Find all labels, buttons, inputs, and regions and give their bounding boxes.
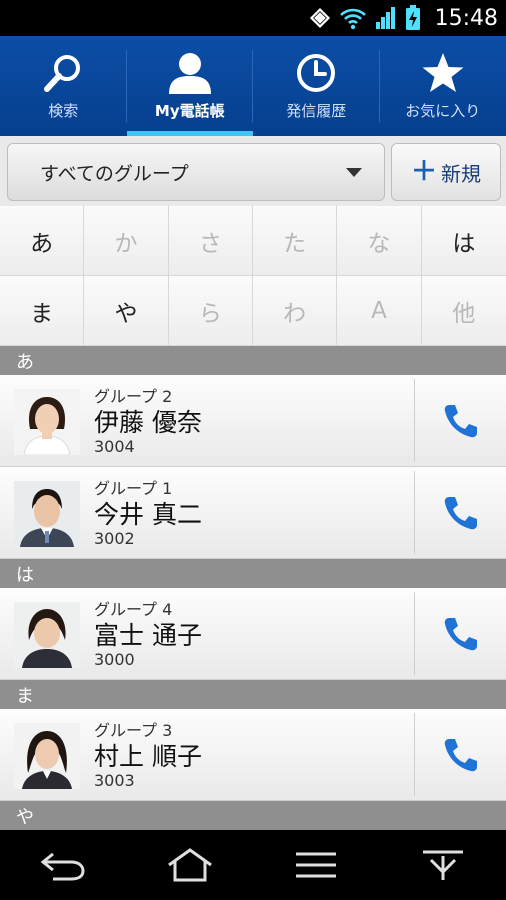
contact-extension: 3003 [94,771,135,790]
tab-search[interactable]: 検索 [0,36,127,136]
tab-label: 検索 [48,102,79,120]
battery-charging-icon [405,5,421,31]
tab-label: My電話帳 [154,102,225,120]
home-icon [167,848,212,882]
avatar [14,723,80,789]
call-button[interactable] [415,709,506,801]
call-button[interactable] [415,588,506,680]
index-grid: あ か さ た な は ま や ら わ A 他 [0,206,506,346]
signal-icon [375,6,397,30]
index-ya[interactable]: や [84,276,169,346]
avatar [14,481,80,547]
star-icon [420,50,466,96]
contact-name: 伊藤 優奈 [94,408,202,437]
status-bar: 15:48 [0,0,506,36]
section-header: や [0,801,506,830]
sync-icon [309,7,331,29]
clock-icon [294,50,338,96]
phone-icon [444,739,477,772]
phone-icon [444,618,477,651]
wifi-icon [339,6,367,30]
contact-extension: 3000 [94,650,135,669]
index-other[interactable]: 他 [421,276,506,346]
contact-extension: 3004 [94,437,135,456]
section-header: は [0,559,506,588]
avatar [14,389,80,455]
section-header: あ [0,346,506,375]
group-dropdown[interactable]: すべてのグループ [7,143,385,201]
index-ra[interactable]: ら [168,276,253,346]
home-button[interactable] [150,835,230,895]
index-ta[interactable]: た [253,206,338,276]
section-header: ま [0,680,506,709]
menu-button[interactable] [276,835,356,895]
menu-icon [296,852,337,878]
contact-name: 今井 真二 [94,500,202,529]
back-icon [40,852,85,881]
group-dropdown-value: すべてのグループ [40,162,189,185]
person-icon [166,50,214,96]
phone-icon [444,497,477,530]
phone-icon [444,405,477,438]
tab-favorites[interactable]: お気に入り [380,36,506,136]
index-ka[interactable]: か [84,206,169,276]
contact-name: 村上 順子 [94,742,202,771]
recents-icon [422,850,463,880]
contact-extension: 3002 [94,529,135,548]
recents-button[interactable] [403,835,483,895]
contact-name: 富士 通子 [94,621,202,650]
search-icon [41,50,85,96]
status-time: 15:48 [434,5,498,31]
tab-my-phonebook[interactable]: My電話帳 [126,36,253,136]
index-na[interactable]: な [337,206,422,276]
plus-icon: ＋ [410,157,437,187]
contact-row[interactable]: グループ 3 村上 順子 3003 [0,709,506,801]
index-ma[interactable]: ま [0,276,85,346]
tab-label: 発信履歴 [286,102,347,120]
contact-row[interactable]: グループ 1 今井 真二 3002 [0,467,506,559]
tab-call-history[interactable]: 発信履歴 [253,36,380,136]
index-ha[interactable]: は [421,206,506,276]
contact-row[interactable]: グループ 2 伊藤 優奈 3004 [0,375,506,467]
tab-bar: 検索 My電話帳 発信履歴 お気に入り [0,36,506,136]
index-wa[interactable]: わ [253,276,338,346]
new-contact-label: 新規 [441,161,481,186]
back-button[interactable] [23,835,103,895]
avatar [14,602,80,668]
navigation-bar [0,830,506,900]
dropdown-caret-icon [346,167,362,177]
index-sa[interactable]: さ [168,206,253,276]
index-a[interactable]: あ [0,206,85,276]
tab-label: お気に入り [405,102,481,120]
contact-row[interactable]: グループ 4 富士 通子 3000 [0,588,506,680]
group-bar: すべてのグループ ＋ 新規 [0,136,506,206]
call-button[interactable] [415,375,506,467]
call-button[interactable] [415,467,506,559]
new-contact-button[interactable]: ＋ 新規 [391,143,501,201]
index-alpha[interactable]: A [337,276,422,346]
contact-list[interactable]: あ グループ 2 伊藤 優奈 3004 グループ 1 今井 真二 3002 は … [0,346,506,830]
